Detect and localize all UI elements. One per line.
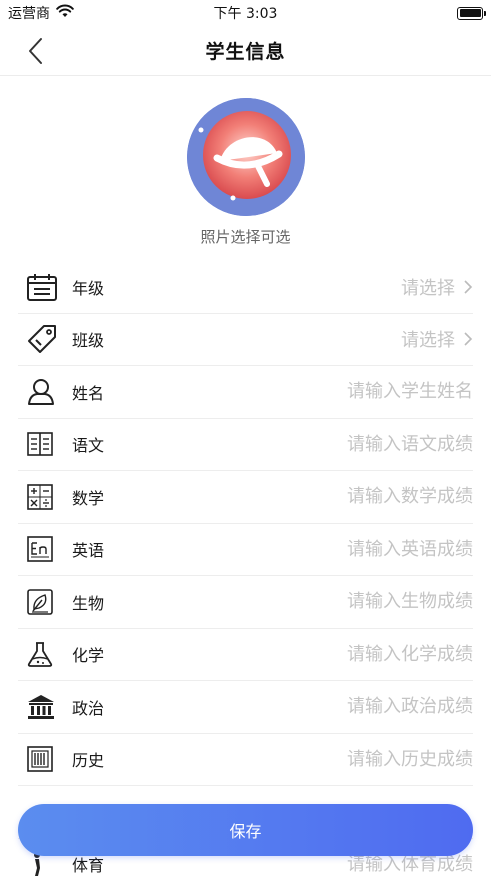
name-input[interactable] (152, 381, 473, 403)
math-symbols-icon (26, 479, 62, 515)
english-icon (26, 531, 62, 567)
form-row-name: 姓名 (18, 366, 473, 419)
avatar[interactable] (186, 98, 305, 216)
form-row-label: 英语 (72, 541, 105, 561)
status-left: 运营商 (8, 3, 74, 23)
page-title: 学生信息 (205, 41, 286, 63)
status-time: 下午 3:03 (213, 6, 278, 22)
chevron-right-icon (464, 332, 473, 346)
form-row-math: 数学 (18, 471, 473, 524)
chevron-left-icon (29, 38, 42, 64)
chinese-score-input[interactable] (152, 433, 473, 455)
history-input-wrap (152, 748, 473, 770)
form-row-label: 生物 (72, 593, 105, 613)
government-building-icon (26, 689, 62, 725)
form-row-history: 历史 (18, 734, 473, 786)
form-row-label: 历史 (72, 751, 105, 771)
form-row-politics: 政治 (18, 681, 473, 734)
form-row-class[interactable]: 班级 请选择 (18, 314, 473, 366)
flask-icon (26, 636, 62, 672)
select-placeholder: 请选择 (401, 330, 455, 352)
form-row-english: 英语 (18, 524, 473, 576)
name-input-wrap (152, 381, 473, 403)
form-row-label: 政治 (72, 698, 105, 718)
chemistry-input-wrap (152, 643, 473, 665)
form-row-label: 数学 (72, 488, 105, 508)
tag-icon (26, 321, 62, 357)
form-row-chemistry: 化学 (18, 629, 473, 681)
person-icon (26, 374, 62, 410)
status-bar: 运营商 下午 3:03 (0, 0, 491, 26)
form-row-label: 姓名 (72, 383, 105, 403)
math-input-wrap (152, 486, 473, 508)
battery-icon (457, 6, 486, 20)
form-row-label: 语文 (72, 436, 105, 456)
wifi-icon (56, 4, 74, 22)
form-row-biology: 生物 (18, 576, 473, 629)
form-row-chinese: 语文 (18, 419, 473, 471)
form-row-grade[interactable]: 年级 请选择 (18, 261, 473, 314)
form-list: 年级 请选择 班级 请选择 姓名 语文 (0, 261, 491, 877)
biology-input-wrap (152, 591, 473, 613)
planet-logo-icon (186, 98, 305, 216)
grade-select[interactable]: 请选择 (152, 274, 473, 300)
history-score-input[interactable] (152, 748, 473, 770)
photo-hint: 照片选择可选 (200, 228, 291, 246)
form-row-label: 化学 (72, 646, 105, 666)
politics-score-input[interactable] (152, 696, 473, 718)
navigation-bar: 学生信息 (0, 26, 491, 76)
biology-score-input[interactable] (152, 591, 473, 613)
save-button[interactable]: 保存 (18, 804, 473, 856)
class-select[interactable]: 请选择 (152, 326, 473, 352)
form-row-label: 班级 (72, 331, 105, 351)
pe-score-input[interactable] (152, 853, 473, 875)
status-right (457, 6, 486, 20)
back-button[interactable] (22, 36, 50, 66)
english-score-input[interactable] (152, 538, 473, 560)
photo-section: 照片选择可选 (0, 76, 491, 247)
english-input-wrap (152, 538, 473, 560)
book-icon (26, 426, 62, 462)
archive-icon (26, 741, 62, 777)
chevron-right-icon (464, 280, 473, 294)
chemistry-score-input[interactable] (152, 643, 473, 665)
math-score-input[interactable] (152, 486, 473, 508)
carrier-label: 运营商 (8, 6, 50, 22)
leaf-icon (26, 584, 62, 620)
chinese-input-wrap (152, 433, 473, 455)
politics-input-wrap (152, 696, 473, 718)
calendar-icon (26, 269, 62, 305)
select-placeholder: 请选择 (401, 277, 455, 299)
form-row-label: 年级 (72, 278, 105, 298)
pe-input-wrap (152, 853, 473, 875)
